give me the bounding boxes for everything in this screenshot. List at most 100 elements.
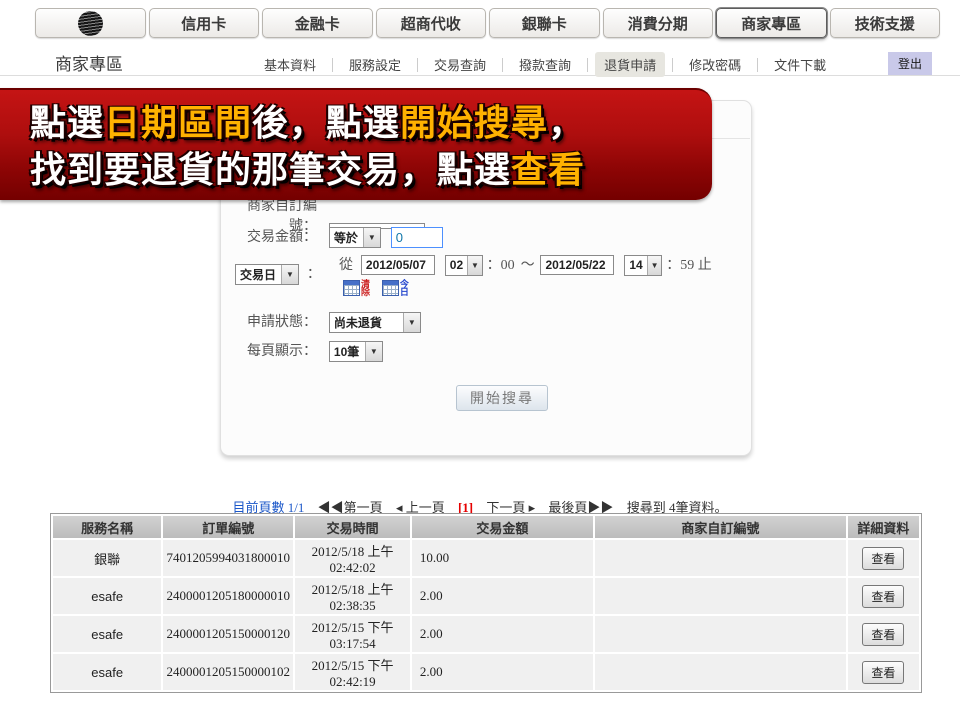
date-type-select[interactable]: 交易日 ▼ (235, 264, 299, 285)
calendar-icon (382, 280, 399, 296)
separator (672, 58, 673, 72)
banner-highlight-view: 查看 (511, 149, 585, 190)
table-row: esafe 2400001205180000010 2012/5/18 上午02… (53, 578, 919, 614)
tab-installment[interactable]: 消費分期 (603, 8, 714, 38)
cell-time-clock: 02:42:19 (295, 674, 410, 690)
cell-service: esafe (53, 654, 161, 690)
perpage-value: 10筆 (330, 342, 365, 361)
start-search-button[interactable]: 開始搜尋 (456, 385, 548, 411)
amount-label: 交易金額： (221, 226, 317, 246)
date-to-input[interactable]: 2012/05/22 (540, 255, 614, 275)
hour-from-value: 02 (446, 256, 467, 275)
separator (587, 58, 588, 72)
cell-service: esafe (53, 616, 161, 652)
cell-time: 2012/5/18 上午02:42:02 (295, 540, 410, 576)
chevron-down-icon: ▼ (281, 265, 298, 284)
banner-text: 後，點選 (252, 102, 400, 143)
date-type-value: 交易日 (236, 265, 281, 284)
subnav-item-refund-request[interactable]: 退貨申請 (595, 52, 665, 77)
banner-line-2: 找到要退貨的那筆交易，點選查看 (30, 146, 712, 193)
table-row: esafe 2400001205150000120 2012/5/15 下午03… (53, 616, 919, 652)
amount-operator-value: 等於 (330, 228, 363, 247)
tab-home[interactable] (35, 8, 146, 38)
calendar-today-label: 今 日 (400, 280, 409, 296)
cell-time-clock: 03:17:54 (295, 636, 410, 652)
date-range-row: 從 2012/05/07 02 ▼ ：00 ～ 2012/05/22 14 ▼ … (339, 254, 712, 276)
table-header-row: 服務名稱 訂單編號 交易時間 交易金額 商家自訂編號 詳細資料 (53, 516, 919, 538)
perpage-select[interactable]: 10筆 ▼ (329, 341, 383, 362)
hour-from-select[interactable]: 02 ▼ (445, 255, 483, 276)
amount-operator-select[interactable]: 等於 ▼ (329, 227, 381, 248)
subnav-item-transaction-query[interactable]: 交易查詢 (425, 52, 495, 77)
cell-order: 2400001205150000102 (163, 654, 293, 690)
tab-label: 金融卡 (295, 13, 340, 34)
refund-results-table: 服務名稱 訂單編號 交易時間 交易金額 商家自訂編號 詳細資料 銀聯 74012… (50, 513, 922, 693)
cell-custom-id (595, 616, 846, 652)
table-row: 銀聯 7401205994031800010 2012/5/18 上午02:42… (53, 540, 919, 576)
calendar-today-button[interactable]: 今 日 (382, 280, 409, 296)
minute-to-text: ：59 止 (666, 258, 712, 273)
cell-order: 2400001205150000120 (163, 616, 293, 652)
banner-highlight-start-search: 開始搜尋 (400, 102, 548, 143)
separator (417, 58, 418, 72)
subnav-item-payout-query[interactable]: 撥款查詢 (510, 52, 580, 77)
chevron-down-icon: ▼ (365, 342, 382, 361)
subnav-item-file-download[interactable]: 文件下載 (765, 52, 835, 77)
bank-logo-icon (78, 11, 103, 36)
subnav-links: 基本資料 服務設定 交易查詢 撥款查詢 退貨申請 修改密碼 文件下載 (255, 52, 835, 77)
status-select[interactable]: 尚未退貨 ▼ (329, 312, 421, 333)
calendar-shortcuts: 清 除 今 日 (343, 280, 417, 299)
cell-time: 2012/5/15 下午03:17:54 (295, 616, 410, 652)
subnav-item-change-password[interactable]: 修改密碼 (680, 52, 750, 77)
tab-merchant-zone[interactable]: 商家專區 (716, 8, 827, 38)
view-button[interactable]: 查看 (862, 661, 904, 684)
cell-detail: 查看 (848, 540, 919, 576)
cell-time-clock: 02:38:35 (295, 598, 410, 614)
cell-custom-id (595, 578, 846, 614)
subnav-item-basic-info[interactable]: 基本資料 (255, 52, 325, 77)
view-button[interactable]: 查看 (862, 623, 904, 646)
tab-label: 信用卡 (181, 13, 226, 34)
header-detail: 詳細資料 (848, 516, 919, 538)
chevron-down-icon: ▼ (403, 313, 420, 332)
status-label: 申請狀態： (221, 311, 317, 331)
header-transaction-time: 交易時間 (295, 516, 410, 538)
header-transaction-amount: 交易金額 (412, 516, 593, 538)
cell-time-clock: 02:42:02 (295, 560, 410, 576)
hour-to-select[interactable]: 14 ▼ (624, 255, 662, 276)
tab-unionpay[interactable]: 銀聯卡 (489, 8, 600, 38)
tab-store-collection[interactable]: 超商代收 (376, 8, 487, 38)
tilde-text: ～ (521, 258, 535, 273)
calendar-clear-button[interactable]: 清 除 (343, 280, 370, 296)
perpage-row: 每頁顯示： 10筆 ▼ (221, 340, 383, 362)
chevron-down-icon: ▼ (467, 256, 482, 275)
tab-tech-support[interactable]: 技術支援 (830, 8, 941, 38)
banner-text: 找到要退貨的那筆交易，點選 (30, 149, 511, 190)
status-row: 申請狀態： 尚未退貨 ▼ (221, 311, 421, 333)
cell-amount: 2.00 (412, 654, 593, 690)
tab-credit-card[interactable]: 信用卡 (149, 8, 260, 38)
colon-text: ： (307, 265, 321, 281)
header-service-name: 服務名稱 (53, 516, 161, 538)
cell-order: 2400001205180000010 (163, 578, 293, 614)
cell-order: 7401205994031800010 (163, 540, 293, 576)
calendar-icon (343, 280, 360, 296)
view-button[interactable]: 查看 (862, 585, 904, 608)
banner-highlight-date-range: 日期區間 (104, 102, 252, 143)
cell-detail: 查看 (848, 616, 919, 652)
subnav-item-service-settings[interactable]: 服務設定 (340, 52, 410, 77)
amount-input[interactable]: 0 (391, 227, 443, 248)
cell-service: esafe (53, 578, 161, 614)
tab-debit-card[interactable]: 金融卡 (262, 8, 373, 38)
date-from-input[interactable]: 2012/05/07 (361, 255, 435, 275)
view-button[interactable]: 查看 (862, 547, 904, 570)
hour-to-value: 14 (625, 256, 646, 275)
logout-button[interactable]: 登出 (888, 52, 932, 75)
tab-label: 超商代收 (401, 13, 461, 34)
cell-detail: 查看 (848, 654, 919, 690)
cell-amount: 2.00 (412, 578, 593, 614)
tab-label: 商家專區 (741, 13, 801, 34)
separator (502, 58, 503, 72)
cell-amount: 2.00 (412, 616, 593, 652)
cell-time-date: 2012/5/18 上午 (312, 582, 394, 597)
